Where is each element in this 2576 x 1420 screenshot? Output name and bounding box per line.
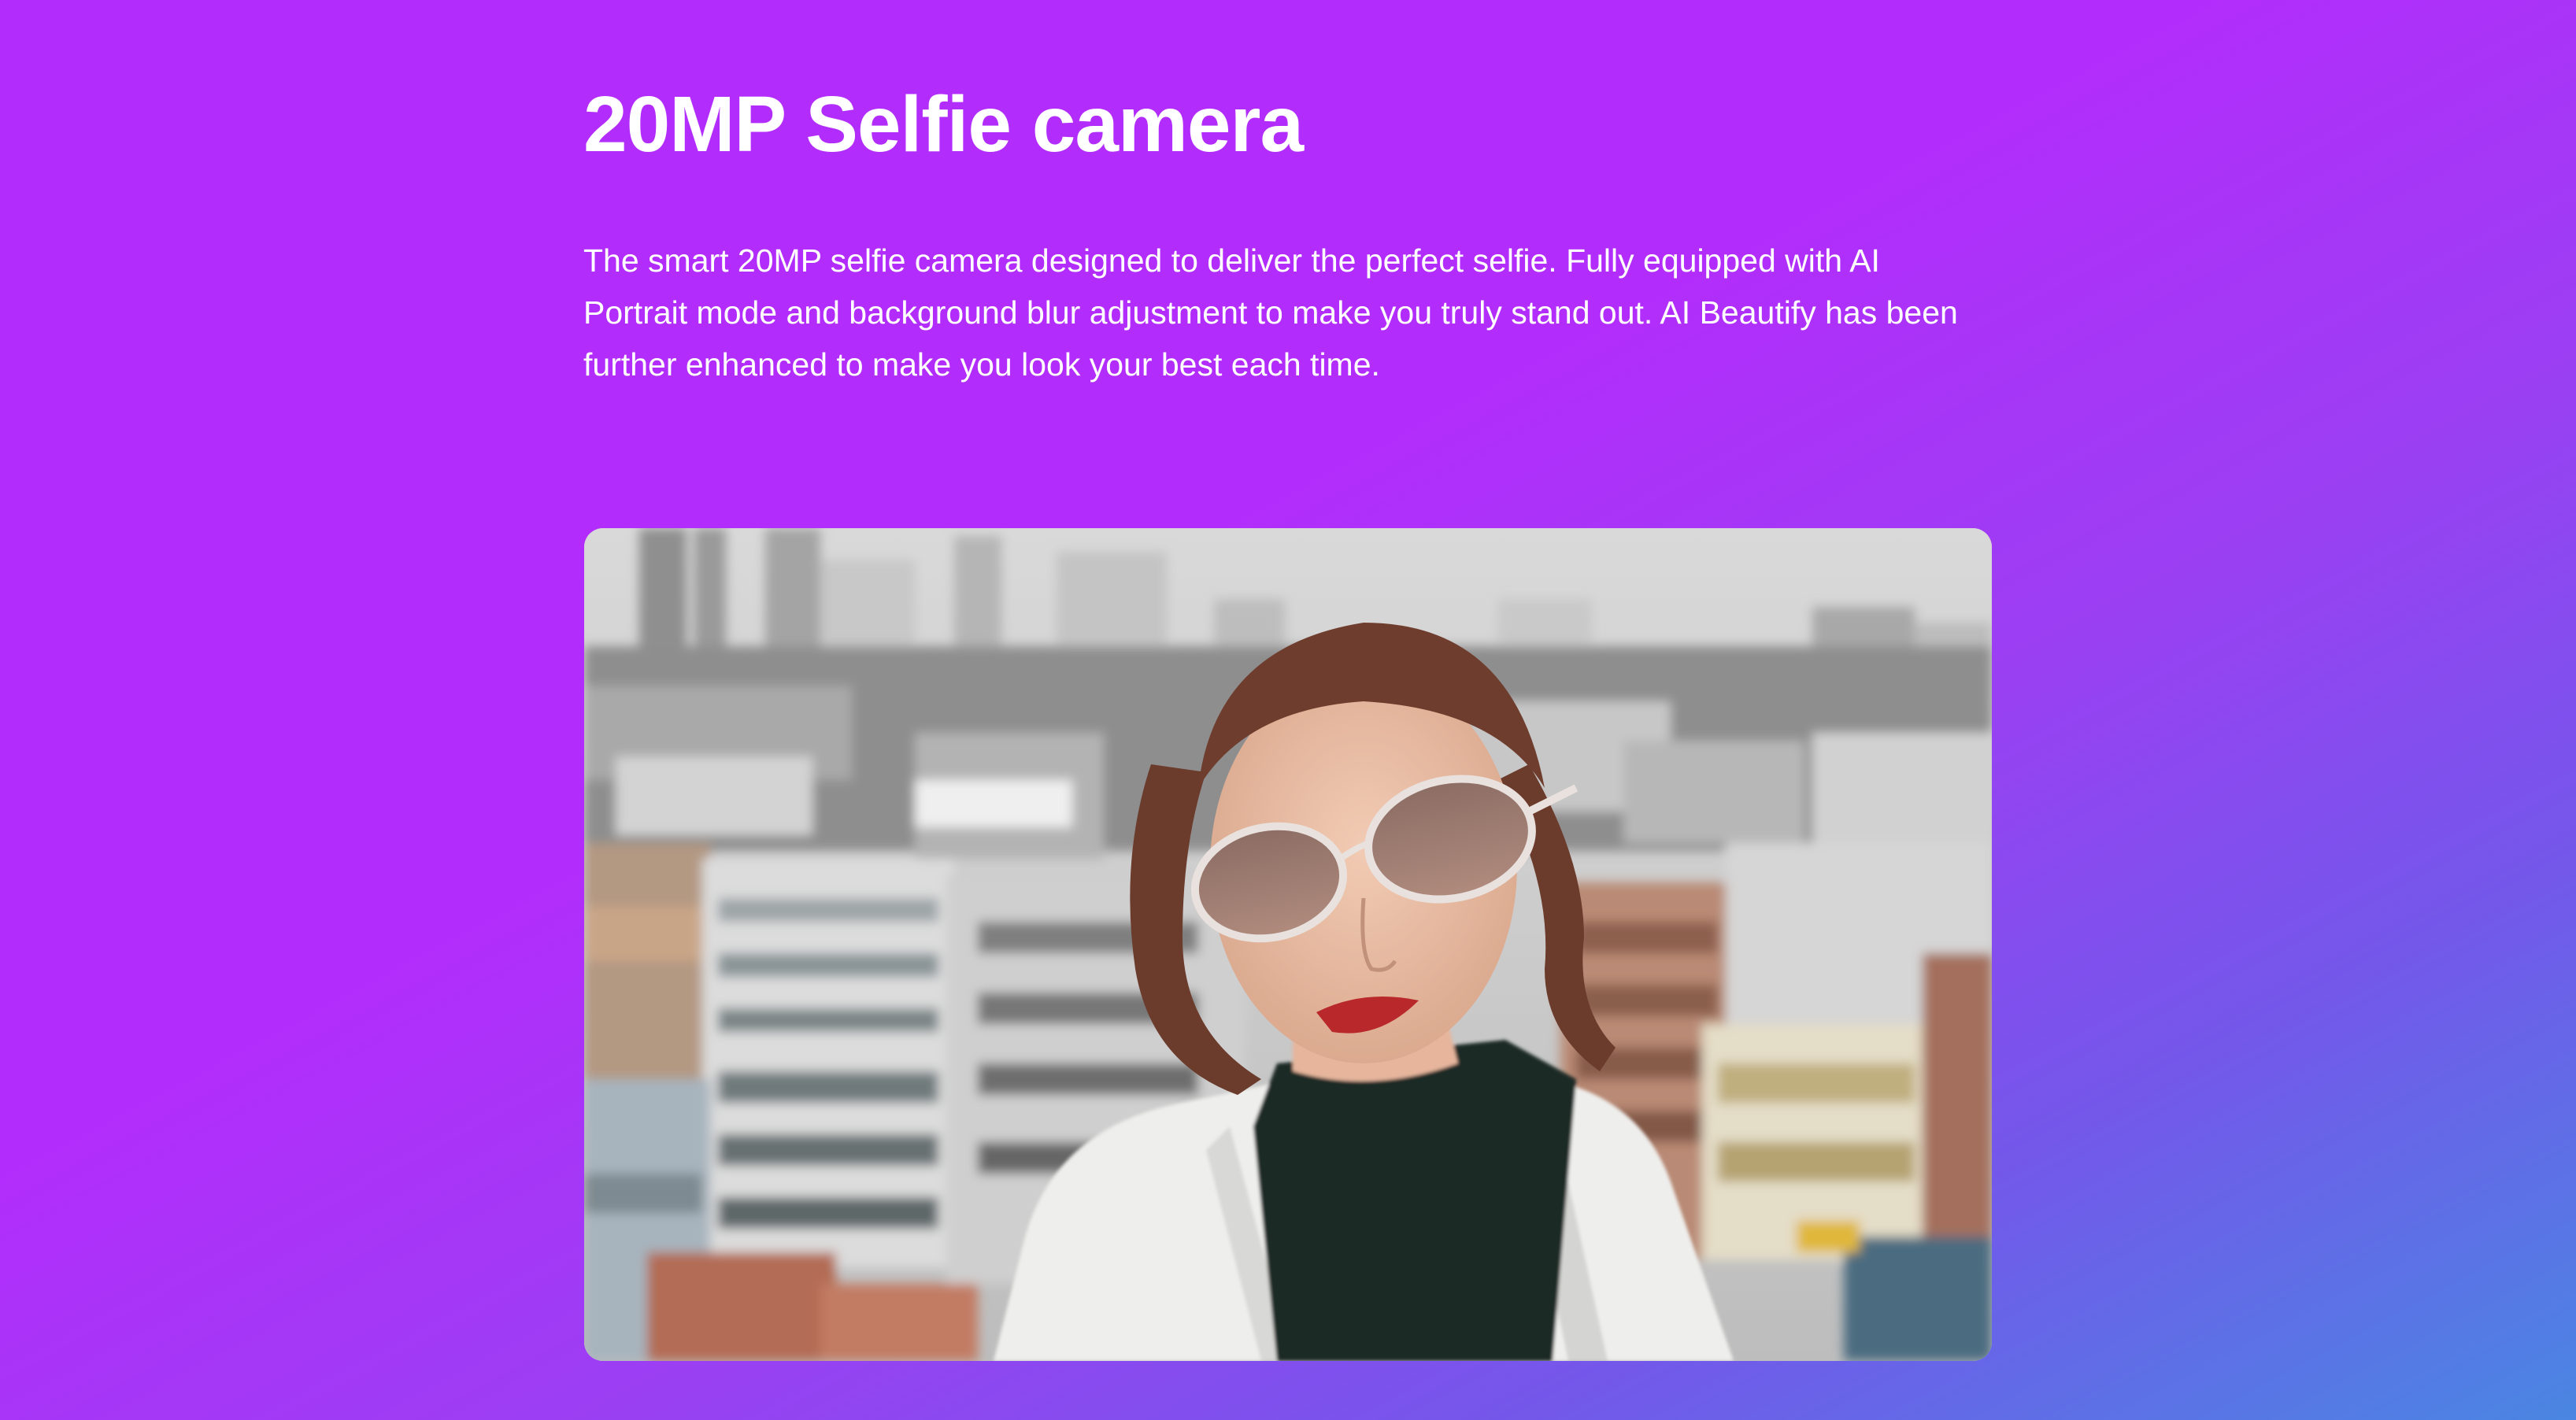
section-title: 20MP Selfie camera: [583, 80, 1304, 168]
selfie-photo-illustration: [584, 528, 1992, 1361]
selfie-sample-photo: [584, 528, 1992, 1361]
section-description: The smart 20MP selfie camera designed to…: [583, 242, 1958, 383]
